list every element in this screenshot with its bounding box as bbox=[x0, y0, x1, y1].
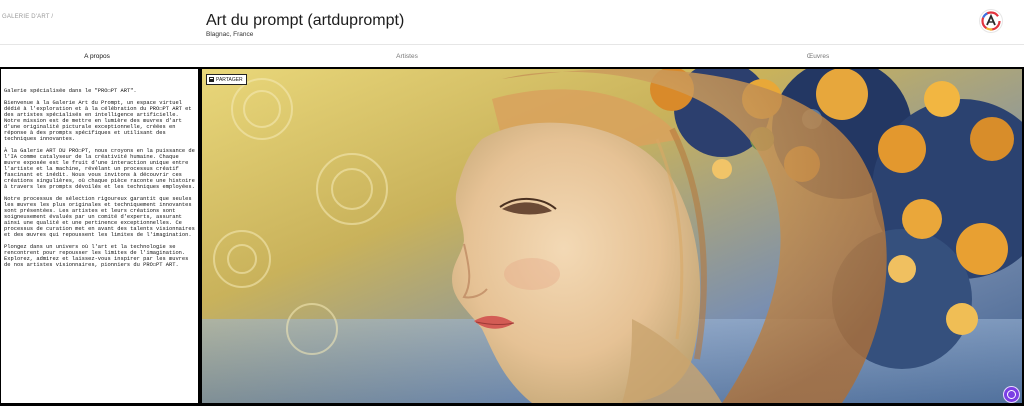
about-text-panel[interactable]: Galerie spécialisée dans le "PRO☐PT ART"… bbox=[1, 69, 198, 403]
section-tabs: A propos Artistes Œuvres bbox=[0, 45, 1024, 67]
share-label: PARTAGER bbox=[216, 76, 243, 83]
share-button[interactable]: PARTAGER bbox=[206, 74, 247, 85]
about-paragraph-2: Bienvenue à la Galerie Art du Prompt, un… bbox=[4, 99, 192, 143]
page-title: Art du prompt (artduprompt) bbox=[206, 12, 405, 29]
content-frame: Galerie spécialisée dans le "PRO☐PT ART"… bbox=[0, 67, 1024, 406]
tab-oeuvres[interactable]: Œuvres bbox=[807, 53, 829, 60]
about-paragraph-1: Galerie spécialisée dans le "PRO☐PT ART"… bbox=[4, 88, 137, 94]
share-icon bbox=[209, 77, 214, 82]
breadcrumb[interactable]: GALERIE D'ART / bbox=[2, 14, 53, 20]
top-header: GALERIE D'ART / Art du prompt (artduprom… bbox=[0, 0, 1024, 45]
gallery-logo-icon[interactable] bbox=[980, 10, 1002, 32]
about-paragraph-4: Notre processus de sélection rigoureux g… bbox=[4, 195, 195, 239]
artwork-image[interactable] bbox=[202, 69, 1022, 403]
about-paragraph-3: À la Galerie ART DU PRO☐PT, nous croyons… bbox=[4, 147, 195, 191]
assistant-icon[interactable] bbox=[1003, 386, 1020, 403]
gallery-location: Blagnac, France bbox=[206, 31, 254, 38]
tab-artistes[interactable]: Artistes bbox=[396, 53, 418, 60]
tab-a-propos[interactable]: A propos bbox=[84, 53, 110, 60]
about-paragraph-5: Plongez dans un univers où l'art et la t… bbox=[4, 244, 189, 269]
